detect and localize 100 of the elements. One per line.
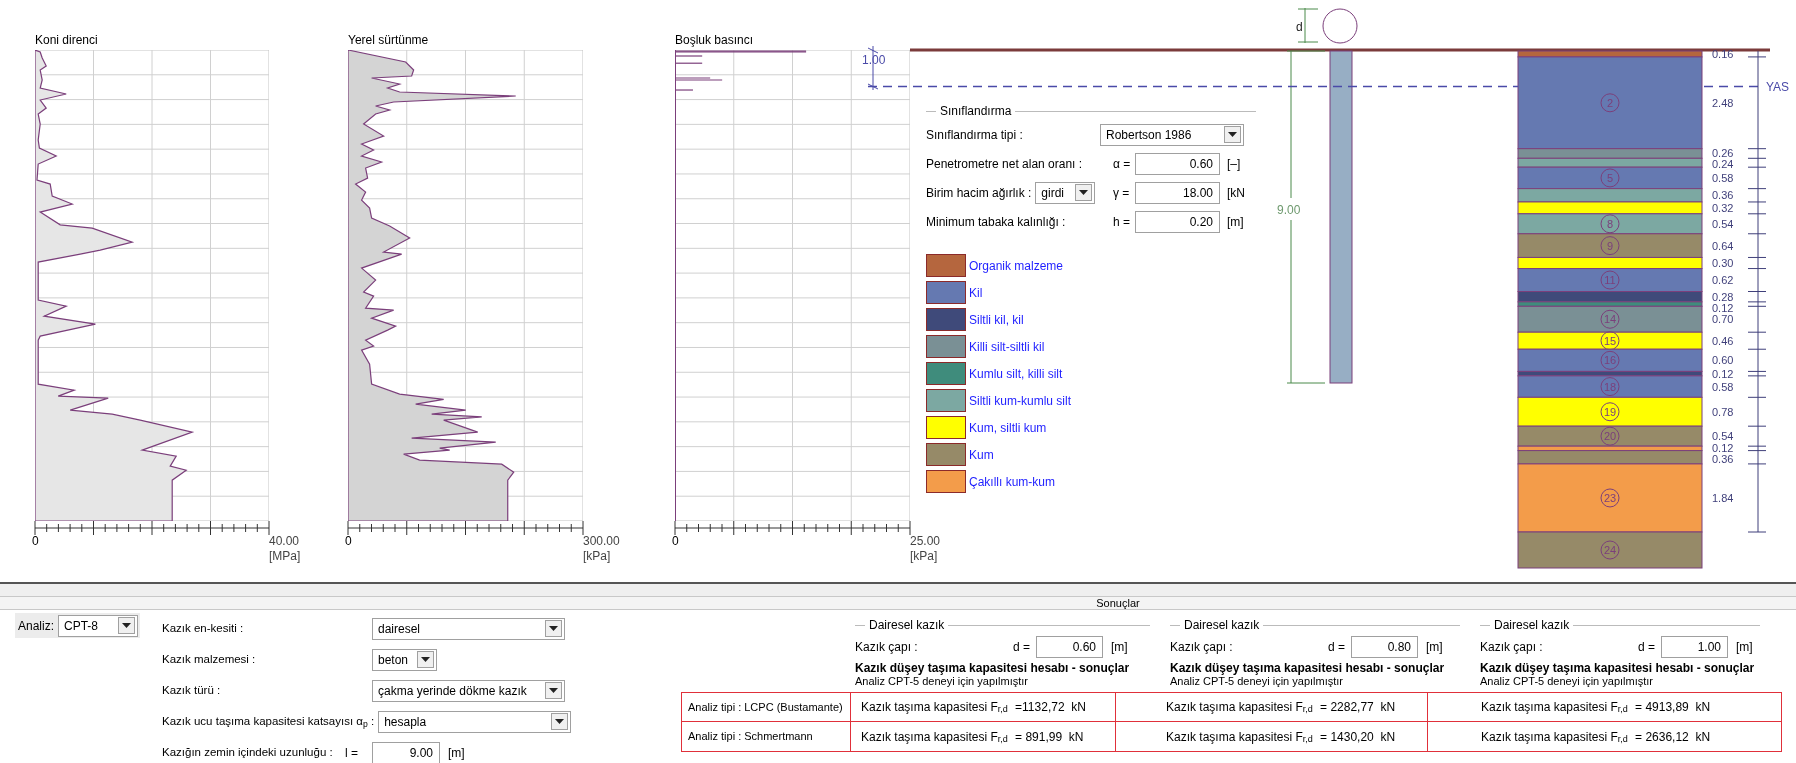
symbol-label: α =: [1113, 155, 1132, 173]
axis-label: 0: [672, 535, 679, 547]
caret-icon: [1075, 184, 1093, 201]
caret-icon: [551, 713, 569, 730]
layer-number: 19: [1600, 402, 1620, 422]
field-label: Minimum tabaka kalınlığı :: [926, 213, 1067, 231]
axis-unit: [kPa]: [583, 550, 611, 562]
axis-label: 0: [32, 535, 39, 547]
layer-number: 8: [1600, 214, 1620, 234]
classification-dropdown[interactable]: Robertson 1986: [1100, 123, 1244, 146]
field-label: Kazık türü :: [162, 682, 222, 698]
unit-label: [–]: [1227, 155, 1241, 173]
caret-icon: [545, 620, 562, 637]
analysis-type-label: Analiz tipi : Schmertmann: [688, 729, 813, 745]
section-title: Dairesel kazık: [1493, 617, 1571, 634]
thickness-label: 0.46: [1712, 334, 1734, 347]
capacity-cell-text: Kazık taşıma kapasitesi F$_{r,d}$ = 2636,12 kN: [1480, 728, 1712, 746]
water-level-label: YAS: [1766, 80, 1790, 94]
axis-unit: [kPa]: [910, 550, 938, 562]
thickness-label: 0.12: [1712, 301, 1734, 314]
field-label: Kazık malzemesi :: [162, 651, 257, 667]
capacity-cell: Kazık taşıma kapasitesi F$_{r,d}$ =1132,72 kN: [851, 693, 1116, 721]
value-field[interactable]: 0.60: [1036, 636, 1103, 658]
legend-label: Kum: [969, 446, 994, 464]
thickness-label: 0.12: [1712, 367, 1734, 380]
pile-dropdown[interactable]: dairesel: [372, 617, 565, 640]
axis-label: 25.00: [910, 535, 941, 547]
unit-label: [m]: [1426, 639, 1443, 656]
caret-icon: [118, 617, 136, 634]
thickness-label: 1.84: [1712, 491, 1734, 504]
field-label: Kazık çapı :: [1170, 639, 1234, 656]
dimension-label: 1.00: [862, 53, 886, 67]
thickness-label: 0.36: [1712, 453, 1734, 466]
results-note: Analiz CPT-5 deneyi için yapılmıştır: [1480, 675, 1654, 688]
legend-label: Siltli kum-kumlu silt: [969, 392, 1071, 410]
legend-label: Organik malzeme: [969, 257, 1064, 275]
value-field[interactable]: 0.80: [1351, 636, 1418, 658]
unit-label: [m]: [1736, 639, 1753, 656]
symbol-label: γ =: [1113, 184, 1131, 202]
thickness-label: 0.16: [1712, 47, 1734, 60]
thickness-label: 0.54: [1712, 217, 1734, 230]
results-heading: Kazık düşey taşıma kapasitesi hesabı - sonuçlar: [1480, 661, 1756, 675]
axis-label: 40.00: [269, 535, 300, 547]
section-title: Dairesel kazık: [1183, 617, 1261, 634]
thickness-label: 0.78: [1712, 405, 1734, 418]
dimension-label: d: [1296, 20, 1303, 34]
pile-section-icon: [1322, 8, 1358, 44]
chart-title: Koni direnci: [35, 32, 98, 49]
field-label: Kazık çapı :: [855, 639, 919, 656]
section-title: Dairesel kazık: [868, 617, 946, 634]
results-heading: Kazık düşey taşıma kapasitesi hesabı - sonuçlar: [855, 661, 1131, 675]
legend-label: Kumlu silt, killi silt: [969, 365, 1063, 383]
capacity-cell: Kazık taşıma kapasitesi F$_{r,d}$ = 2282,77 kN: [1116, 693, 1428, 721]
results-note: Analiz CPT-5 deneyi için yapılmıştır: [855, 675, 1029, 688]
legend-label: Siltli kil, kil: [969, 311, 1024, 329]
value-field[interactable]: 1.00: [1661, 636, 1728, 658]
capacity-cell-text: Kazık taşıma kapasitesi F$_{r,d}$ = 4913,89 kN: [1480, 699, 1712, 717]
thickness-label: 0.58: [1712, 380, 1734, 393]
value-field[interactable]: 18.00: [1135, 181, 1220, 204]
dimension-label: 9.00: [1277, 203, 1301, 217]
thickness-label: 0.26: [1712, 147, 1734, 160]
pile-dropdown[interactable]: beton: [372, 648, 437, 671]
value-field[interactable]: 9.00: [372, 741, 440, 763]
dimension-line: [1297, 7, 1319, 44]
legend-label: Çakıllı kum-kum: [969, 473, 1055, 491]
unit-weight-dropdown[interactable]: girdi: [1035, 181, 1096, 204]
thickness-label: 0.58: [1712, 171, 1734, 184]
thickness-label: 0.54: [1712, 430, 1734, 443]
field-label: Penetrometre net alan oranı :: [926, 155, 1084, 173]
results-note: Analiz CPT-5 deneyi için yapılmıştır: [1170, 675, 1344, 688]
thickness-label: 0.24: [1712, 158, 1734, 171]
caret-icon: [545, 682, 562, 699]
value-field[interactable]: 0.60: [1135, 152, 1220, 175]
value-field[interactable]: 0.20: [1135, 210, 1220, 233]
analysis-type-label: Analiz tipi : LCPC (Bustamante): [688, 699, 843, 715]
layer-number: 23: [1600, 488, 1620, 508]
caret-icon: [417, 651, 434, 668]
unit-label: [kN: [1227, 184, 1245, 202]
thickness-label: 0.32: [1712, 201, 1734, 214]
legend-label: Kum, siltli kum: [969, 419, 1047, 437]
pile-dropdown[interactable]: hesapla: [378, 710, 572, 733]
thickness-label: 0.70: [1712, 313, 1734, 326]
axis-label: 300.00: [583, 535, 620, 547]
thickness-label: 0.12: [1712, 442, 1734, 455]
field-label: Kazık en-kesiti :: [162, 620, 245, 636]
thickness-label: 0.64: [1712, 239, 1734, 252]
axis-unit: [MPa]: [269, 550, 301, 562]
legend-label: Kil: [969, 284, 983, 302]
analysis-dropdown[interactable]: CPT-8: [58, 614, 139, 637]
caret-icon: [1224, 126, 1241, 143]
thickness-label: 0.36: [1712, 189, 1734, 202]
pile-dropdown[interactable]: çakma yerinde dökme kazık: [372, 679, 565, 702]
layer-number: 5: [1600, 168, 1620, 188]
layer-number: 11: [1600, 270, 1620, 290]
field-label: Analiz:: [18, 617, 55, 635]
capacity-cell: Kazık taşıma kapasitesi F$_{r,d}$ = 1430,20 kN: [1116, 722, 1428, 751]
field-label: Sınıflandırma tipi :: [926, 126, 1024, 144]
layer-number: 24: [1600, 540, 1620, 560]
field-label: Kazığın zemin içindeki uzunluğu :: [162, 744, 334, 760]
thickness-label: 0.62: [1712, 274, 1734, 287]
